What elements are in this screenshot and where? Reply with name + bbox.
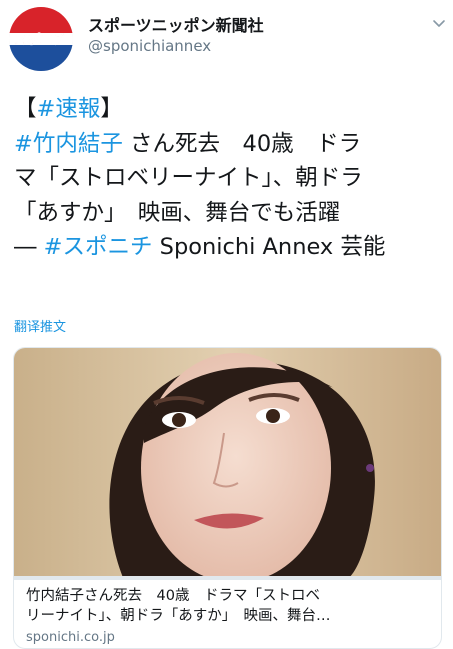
account-avatar[interactable]: スポニチ [9,7,73,71]
account-name[interactable]: スポーツニッポン新聞社 [88,12,264,36]
tweet-line: #竹内結子 さん死去 40歳 ドラ [14,127,446,162]
tweet-line: マ「ストロベリーナイト」、朝ドラ [14,161,446,196]
tweet-text-segment: ― [14,234,44,261]
tweet-text-segment: マ「ストロベリーナイト」、朝ドラ [14,165,363,192]
tweet-line: 「あすか」 映画、舞台でも活躍 [14,196,446,231]
card-domain: sponichi.co.jp [26,630,115,645]
tweet-text-segment: 【 [14,96,37,122]
tweet-text-segment: さん死去 40歳 ドラ [122,130,362,157]
hashtag-link[interactable]: #速報 [37,96,101,122]
tweet-header: スポニチ スポーツニッポン新聞社 @sponichiannex [0,0,453,80]
logo-text: スポニチ [12,31,67,48]
translate-tweet-link[interactable]: 翻译推文 [14,316,66,335]
link-card[interactable]: 竹内結子さん死去 40歳 ドラマ「ストロベ リーナイト」、朝ドラ「あすか」 映画… [13,347,442,649]
tweet-text-segment: 「あすか」 映画、舞台でも活躍 [14,199,341,226]
tweet-text-segment: Sponichi Annex 芸能 [152,234,386,261]
tweet-line: ― #スポニチ Sponichi Annex 芸能 [14,230,446,265]
card-title-line: リーナイト」、朝ドラ「あすか」 映画、舞台… [26,608,331,624]
card-title-line: 竹内結子さん死去 40歳 ドラマ「ストロベ [26,588,320,604]
chevron-down-icon[interactable] [430,14,448,32]
card-title[interactable]: 竹内結子さん死去 40歳 ドラマ「ストロベ リーナイト」、朝ドラ「あすか」 映画… [26,586,436,626]
tweet-text: 【#速報】 #竹内結子 さん死去 40歳 ドラ マ「ストロベリーナイト」、朝ドラ 「あ… [14,92,446,265]
hashtag-link[interactable]: #スポニチ [44,234,153,260]
sponichi-logo-icon: スポニチ [9,7,73,71]
tweet-line: 【#速報】 [14,92,446,127]
hashtag-link[interactable]: #竹内結子 [14,131,123,157]
card-photo [14,348,441,580]
account-handle[interactable]: @sponichiannex [88,37,211,55]
tweet-text-segment: 】 [100,96,123,122]
